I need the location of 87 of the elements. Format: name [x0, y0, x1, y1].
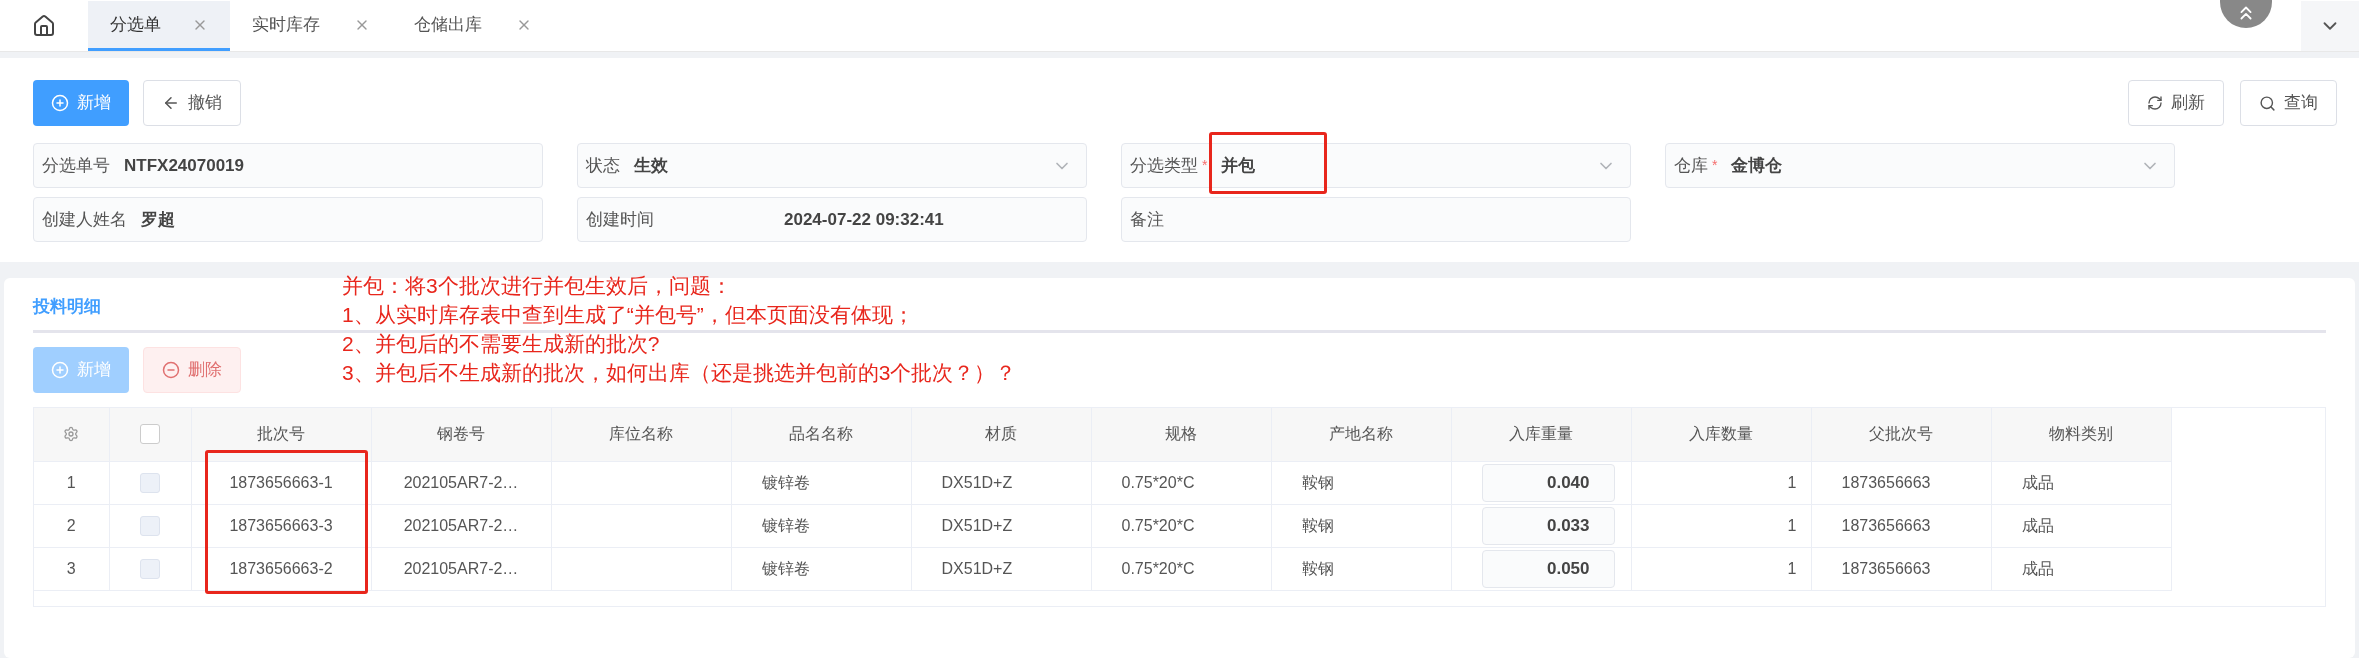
table-cell: DX51D+Z: [941, 474, 1013, 491]
table-cell: 成品: [2021, 474, 2054, 491]
table-cell: 1873656663-1: [229, 474, 333, 491]
form-field[interactable]: 分选类型 * 并包: [1121, 143, 1631, 188]
field-label: 备注: [1130, 208, 1164, 231]
column-header: 物料类别: [1991, 407, 2171, 462]
table-cell: 0.75*20*C: [1121, 517, 1195, 534]
table-cell: 1873656663-2: [229, 560, 333, 577]
table-cell: 鞍钢: [1301, 517, 1334, 534]
table-cell: 1: [1787, 474, 1797, 491]
row-number: 3: [34, 547, 109, 591]
column-header: 入库重量: [1451, 407, 1631, 462]
settings-icon[interactable]: [63, 426, 80, 443]
checkbox[interactable]: [140, 516, 160, 536]
weight-input[interactable]: 0.050: [1481, 550, 1615, 588]
plus-circle-icon: [51, 360, 69, 379]
table-cell: 202105AR7-2…: [403, 474, 519, 491]
column-header: 钢卷号: [371, 407, 551, 462]
minus-circle-icon: [162, 360, 180, 379]
form-field[interactable]: 状态 生效: [577, 143, 1087, 188]
section-title: 投料明细: [33, 297, 101, 316]
annotation-text: 3、并包后不生成新的批次，如何出库（还是挑选并包前的3个批次？）？: [342, 360, 1017, 386]
table-cell: 成品: [2021, 517, 2054, 534]
field-label: 仓库: [1674, 154, 1708, 177]
refresh-icon: [2147, 95, 2163, 111]
column-header: 父批次号: [1811, 407, 1991, 462]
field-label: 分选单号: [42, 154, 110, 177]
required-asterisk: *: [1202, 156, 1208, 175]
table-cell: 鞍钢: [1301, 560, 1334, 577]
form-field[interactable]: 分选单号 NTFX24070019: [33, 143, 543, 188]
refresh-button[interactable]: 刷新: [2128, 80, 2224, 126]
table-cell: 1873656663-3: [229, 517, 333, 534]
table-cell: 镀锌卷: [761, 474, 810, 491]
checkbox[interactable]: [140, 473, 160, 493]
field-label: 状态: [586, 154, 620, 177]
field-value: NTFX24070019: [124, 154, 245, 177]
row-number: 1: [34, 461, 109, 505]
weight-input[interactable]: 0.040: [1481, 464, 1615, 502]
table-cell: 1: [1787, 517, 1797, 534]
column-header: 库位名称: [551, 407, 731, 462]
undo-button[interactable]: 撤销: [143, 80, 241, 126]
table-cell: 镀锌卷: [761, 560, 810, 577]
table-cell: 0.75*20*C: [1121, 560, 1195, 577]
query-button[interactable]: 查询: [2240, 80, 2337, 126]
table-cell: 鞍钢: [1301, 474, 1334, 491]
field-value: 罗超: [141, 208, 175, 231]
column-header: 批次号: [191, 407, 371, 462]
collapse-button[interactable]: [2220, 0, 2272, 28]
search-icon: [2259, 94, 2276, 112]
table-cell: 0.75*20*C: [1121, 474, 1195, 491]
field-label: 创建人姓名: [42, 208, 127, 231]
field-value: 金博仓: [1731, 154, 1783, 177]
form-field[interactable]: 创建人姓名 罗超: [33, 197, 543, 242]
field-value: 2024-07-22 09:32:41: [784, 208, 944, 231]
column-header: 品名名称: [731, 407, 911, 462]
home-icon[interactable]: [32, 14, 56, 38]
table-cell: 1873656663: [1841, 474, 1931, 491]
column-header: 规格: [1091, 407, 1271, 462]
form-field[interactable]: 仓库 * 金博仓: [1665, 143, 2175, 188]
annotation-text: 1、从实时库存表中查到生成了“并包号”，但本页面没有体现；: [342, 302, 915, 328]
form-field[interactable]: 创建时间 2024-07-22 09:32:41: [577, 197, 1087, 242]
table-cell: 1: [1787, 560, 1797, 577]
field-label: 创建时间: [586, 208, 654, 231]
column-header: 入库数量: [1631, 407, 1811, 462]
checkbox[interactable]: [140, 424, 160, 445]
table-cell: 202105AR7-2…: [403, 517, 519, 534]
field-value: 并包: [1221, 154, 1256, 177]
field-label: 分选类型: [1130, 154, 1198, 177]
table-cell: 成品: [2021, 560, 2054, 577]
table-cell: DX51D+Z: [941, 517, 1013, 534]
column-header: 材质: [911, 407, 1091, 462]
row-number: 2: [34, 504, 109, 548]
field-value: 生效: [634, 154, 668, 177]
column-header: 产地名称: [1271, 407, 1451, 462]
form-field[interactable]: 备注: [1121, 197, 1631, 242]
annotation-text: 并包：将3个批次进行并包生效后，问题：: [342, 273, 733, 299]
table-cell: 镀锌卷: [761, 517, 810, 534]
table-cell: 1873656663: [1841, 517, 1931, 534]
plus-circle-icon: [51, 94, 69, 112]
required-asterisk: *: [1712, 156, 1718, 175]
table-cell: 202105AR7-2…: [403, 560, 519, 577]
table-cell: DX51D+Z: [941, 560, 1013, 577]
annotation-text: 2、并包后的不需要生成新的批次?: [342, 331, 661, 357]
checkbox[interactable]: [140, 559, 160, 579]
table-cell: 1873656663: [1841, 560, 1931, 577]
tab[interactable]: 分选单: [88, 1, 230, 51]
weight-input[interactable]: 0.033: [1481, 507, 1615, 545]
